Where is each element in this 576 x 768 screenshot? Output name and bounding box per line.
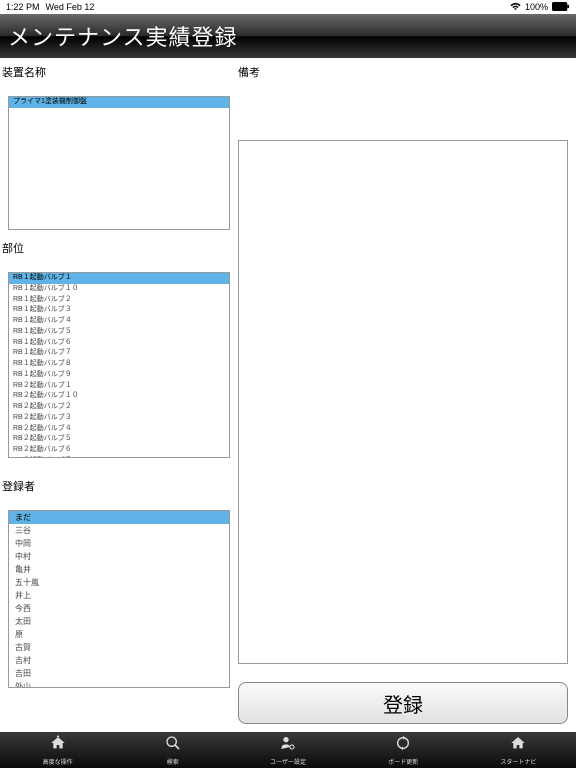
list-item[interactable]: まだ [9,511,229,524]
parts-list[interactable]: RB１起動バルブ１RB１起動バルブ１０RB１起動バルブ２RB１起動バルブ３RB１… [8,272,230,458]
equipment-label: 装置名称 [2,62,238,82]
list-item[interactable]: 井上 [9,589,229,602]
list-item[interactable]: 吉村 [9,654,229,667]
list-item[interactable]: RB１起動バルブ５ [9,327,229,338]
battery-icon [552,2,570,13]
list-item[interactable]: RB２起動バルブ６ [9,445,229,456]
home-up-icon [50,735,66,756]
list-item[interactable]: RB２起動バルブ３ [9,413,229,424]
list-item[interactable]: 中岡 [9,537,229,550]
list-item[interactable]: 五十嵐 [9,576,229,589]
parts-label: 部位 [2,238,238,258]
list-item[interactable]: 原 [9,628,229,641]
list-item[interactable]: RB１起動バルブ２ [9,295,229,306]
list-item[interactable]: 中村 [9,550,229,563]
nav-advanced[interactable]: 高度な操作 [0,732,115,768]
list-item[interactable]: RB１起動バルブ４ [9,316,229,327]
list-item[interactable]: RB２起動バルブ５ [9,434,229,445]
nav-board-update[interactable]: ボード更新 [346,732,461,768]
list-item[interactable]: 亀井 [9,563,229,576]
user-gear-icon [280,735,296,756]
users-list[interactable]: まだ三谷中岡中村亀井五十嵐井上今西太田原古賀吉村吉田外山大友大村大森 [8,510,230,688]
home-icon [510,735,526,756]
registrant-label: 登録者 [2,476,238,496]
list-item[interactable]: RB１起動バルブ７ [9,348,229,359]
page-title: メンテナンス実績登録 [8,20,238,52]
list-item[interactable]: RB２起動バルブ７ [9,456,229,458]
list-item[interactable]: 三谷 [9,524,229,537]
list-item[interactable]: RB２起動バルブ１ [9,381,229,392]
status-bar: 1:22 PM Wed Feb 12 100% [0,0,576,14]
register-button[interactable]: 登録 [238,682,568,724]
list-item[interactable]: 古賀 [9,641,229,654]
list-item[interactable]: 外山 [9,680,229,688]
list-item[interactable]: RB２起動バルブ２ [9,402,229,413]
bottom-nav: 高度な操作 検索 ユーザー設定 ボード更新 スタートナビ [0,732,576,768]
remarks-label: 備考 [238,62,568,82]
list-item[interactable]: RB１起動バルブ１０ [9,284,229,295]
list-item[interactable]: RB１起動バルブ８ [9,359,229,370]
title-bar: メンテナンス実績登録 [0,14,576,58]
status-date: Wed Feb 12 [46,2,95,12]
list-item[interactable]: RB１起動バルブ９ [9,370,229,381]
search-icon [165,735,181,756]
nav-start[interactable]: スタートナビ [461,732,576,768]
list-item[interactable]: RB１起動バルブ６ [9,338,229,349]
nav-user-settings[interactable]: ユーザー設定 [230,732,345,768]
list-item[interactable]: RB１起動バルブ１ [9,273,229,284]
list-item[interactable]: RB２起動バルブ１０ [9,391,229,402]
list-item[interactable]: プライマ1塗装機制御盤 [9,97,229,108]
list-item[interactable]: 今西 [9,602,229,615]
refresh-icon [395,735,411,756]
equipment-list[interactable]: プライマ1塗装機制御盤 [8,96,230,230]
wifi-icon [510,2,521,13]
status-time: 1:22 PM [6,2,40,12]
remarks-textarea[interactable] [238,140,568,664]
battery-text: 100% [525,2,548,12]
list-item[interactable]: 太田 [9,615,229,628]
list-item[interactable]: 吉田 [9,667,229,680]
list-item[interactable]: RB２起動バルブ４ [9,424,229,435]
list-item[interactable]: RB１起動バルブ３ [9,305,229,316]
nav-search[interactable]: 検索 [115,732,230,768]
